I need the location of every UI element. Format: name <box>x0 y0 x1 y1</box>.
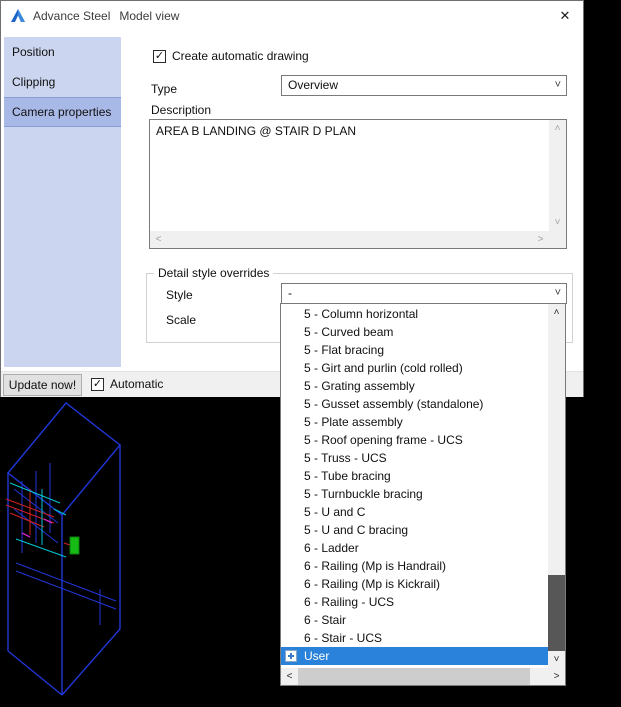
textarea-vertical-scrollbar[interactable]: ˄ ˅ <box>549 120 566 231</box>
dropdown-item[interactable]: 6 - Stair - UCS <box>281 629 548 647</box>
window-title-app: Advance Steel <box>33 9 111 23</box>
create-automatic-drawing-label: Create automatic drawing <box>172 49 309 63</box>
checkbox-checked-icon: ✓ <box>153 49 166 63</box>
dropdown-item-label: 5 - Grating assembly <box>304 379 415 393</box>
style-dropdown[interactable]: - ˅ <box>281 283 567 304</box>
dropdown-item-label: 6 - Railing (Mp is Kickrail) <box>304 577 441 591</box>
dropdown-item[interactable]: 5 - Flat bracing <box>281 341 548 359</box>
dropdown-item[interactable]: 5 - Column horizontal <box>281 305 548 323</box>
textarea-horizontal-scrollbar[interactable]: ˂ ˃ <box>150 231 549 248</box>
dropdown-item-label: 5 - Tube bracing <box>304 469 391 483</box>
dropdown-item[interactable]: 5 - Plate assembly <box>281 413 548 431</box>
scroll-down-icon[interactable]: ˅ <box>548 651 565 668</box>
create-automatic-drawing-checkbox[interactable]: ✓ Create automatic drawing <box>153 49 309 63</box>
cad-wireframe-view[interactable] <box>0 393 160 707</box>
dropdown-item-label: 5 - Truss - UCS <box>304 451 387 465</box>
style-dropdown-list: 5 - Column horizontal 5 - Curved beam 5 - … <box>280 303 566 686</box>
dropdown-vertical-scrollbar[interactable]: ˄ ˅ <box>548 304 565 668</box>
dropdown-item-label: 5 - Curved beam <box>304 325 394 339</box>
titlebar[interactable]: Advance Steel Model view ✕ <box>1 1 583 31</box>
scroll-left-icon[interactable]: ˂ <box>281 668 298 685</box>
dropdown-item[interactable]: 5 - Curved beam <box>281 323 548 341</box>
dropdown-item[interactable]: 5 - Turnbuckle bracing <box>281 485 548 503</box>
dropdown-item[interactable]: 6 - Railing - UCS <box>281 593 548 611</box>
dropdown-item[interactable]: 6 - Stair <box>281 611 548 629</box>
dropdown-item-label: 5 - U and C bracing <box>304 523 409 537</box>
scroll-up-icon[interactable]: ˄ <box>549 120 566 137</box>
dropdown-item-label: 5 - Column horizontal <box>304 307 419 321</box>
dropdown-item[interactable]: 5 - U and C <box>281 503 548 521</box>
dropdown-item-label: 6 - Ladder <box>304 541 359 555</box>
dropdown-item-label: User <box>304 649 330 663</box>
sidebar-item-position[interactable]: Position <box>4 37 121 67</box>
scrollbar-corner <box>549 231 566 248</box>
chevron-down-icon: ˅ <box>554 79 561 91</box>
sidebar-item-camera-properties[interactable]: Camera properties <box>4 97 121 127</box>
description-label: Description <box>151 103 212 117</box>
group-title: Detail style overrides <box>154 266 274 280</box>
dropdown-item-label: 5 - Flat bracing <box>304 343 385 357</box>
dropdown-item[interactable]: 5 - Roof opening frame - UCS <box>281 431 548 449</box>
sidebar: Position Clipping Camera properties <box>4 37 121 367</box>
checkbox-checked-icon: ✓ <box>91 377 104 391</box>
dropdown-item-label: 5 - Roof opening frame - UCS <box>304 433 463 447</box>
horizontal-scrollbar-thumb[interactable] <box>298 668 530 685</box>
dropdown-item[interactable]: 6 - Railing (Mp is Handrail) <box>281 557 548 575</box>
dropdown-item-label: 5 - Girt and purlin (cold rolled) <box>304 361 463 375</box>
scroll-up-icon[interactable]: ˄ <box>548 304 565 321</box>
cad-cube-edges <box>7 402 121 696</box>
scroll-down-icon[interactable]: ˅ <box>549 214 566 231</box>
update-now-button[interactable]: Update now! <box>3 374 82 396</box>
description-textarea[interactable]: AREA B LANDING @ STAIR D PLAN ˄ ˅ ˂ ˃ <box>149 119 567 249</box>
close-button[interactable]: ✕ <box>553 5 577 27</box>
dropdown-item-label: 6 - Railing - UCS <box>304 595 395 609</box>
dropdown-item-label: 6 - Railing (Mp is Handrail) <box>304 559 447 573</box>
dropdown-item[interactable]: 6 - Ladder <box>281 539 548 557</box>
dropdown-item[interactable]: 5 - Truss - UCS <box>281 449 548 467</box>
dropdown-item-label: 5 - Gusset assembly (standalone) <box>304 397 484 411</box>
cad-structure-cyan <box>9 482 67 558</box>
dropdown-item-selected[interactable]: User <box>281 647 548 665</box>
dropdown-horizontal-scrollbar[interactable]: ˂ ˃ <box>281 668 565 685</box>
window-title-doc: Model view <box>119 9 180 23</box>
chevron-down-icon: ˅ <box>554 287 561 299</box>
dropdown-item[interactable]: 5 - Grating assembly <box>281 377 548 395</box>
sidebar-item-clipping[interactable]: Clipping <box>4 67 121 97</box>
type-dropdown[interactable]: Overview ˅ <box>281 75 567 96</box>
type-value: Overview <box>288 78 339 92</box>
scroll-left-icon[interactable]: ˂ <box>150 231 167 248</box>
vertical-scrollbar-thumb[interactable] <box>548 575 565 651</box>
style-value: - <box>288 286 292 300</box>
scroll-right-icon[interactable]: ˃ <box>548 668 565 685</box>
dropdown-item[interactable]: 5 - Tube bracing <box>281 467 548 485</box>
user-style-icon <box>285 650 297 662</box>
type-label: Type <box>151 82 178 96</box>
dropdown-item-label: 5 - Turnbuckle bracing <box>304 487 423 501</box>
window-title: Advance Steel Model view <box>33 1 179 31</box>
description-text: AREA B LANDING @ STAIR D PLAN <box>156 124 357 138</box>
cad-green-element <box>69 536 80 555</box>
dropdown-item[interactable]: 6 - Railing (Mp is Kickrail) <box>281 575 548 593</box>
advance-steel-logo-icon <box>11 9 25 22</box>
dropdown-item-label: 5 - Plate assembly <box>304 415 403 429</box>
dropdown-item[interactable]: 5 - U and C bracing <box>281 521 548 539</box>
dropdown-item[interactable]: 5 - Girt and purlin (cold rolled) <box>281 359 548 377</box>
dropdown-item[interactable]: 5 - Gusset assembly (standalone) <box>281 395 548 413</box>
scale-label: Scale <box>166 313 197 327</box>
dropdown-item-label: 6 - Stair - UCS <box>304 631 383 645</box>
cad-structure-red <box>5 489 71 546</box>
dropdown-item-label: 5 - U and C <box>304 505 366 519</box>
style-label: Style <box>166 288 193 302</box>
dropdown-items: 5 - Column horizontal 5 - Curved beam 5 - … <box>281 305 548 665</box>
automatic-checkbox[interactable]: ✓ Automatic <box>91 377 163 391</box>
screen: Advance Steel Model view ✕ Position Clipp… <box>0 0 621 707</box>
dropdown-item-label: 6 - Stair <box>304 613 347 627</box>
automatic-label: Automatic <box>110 377 164 391</box>
scroll-right-icon[interactable]: ˃ <box>532 231 549 248</box>
